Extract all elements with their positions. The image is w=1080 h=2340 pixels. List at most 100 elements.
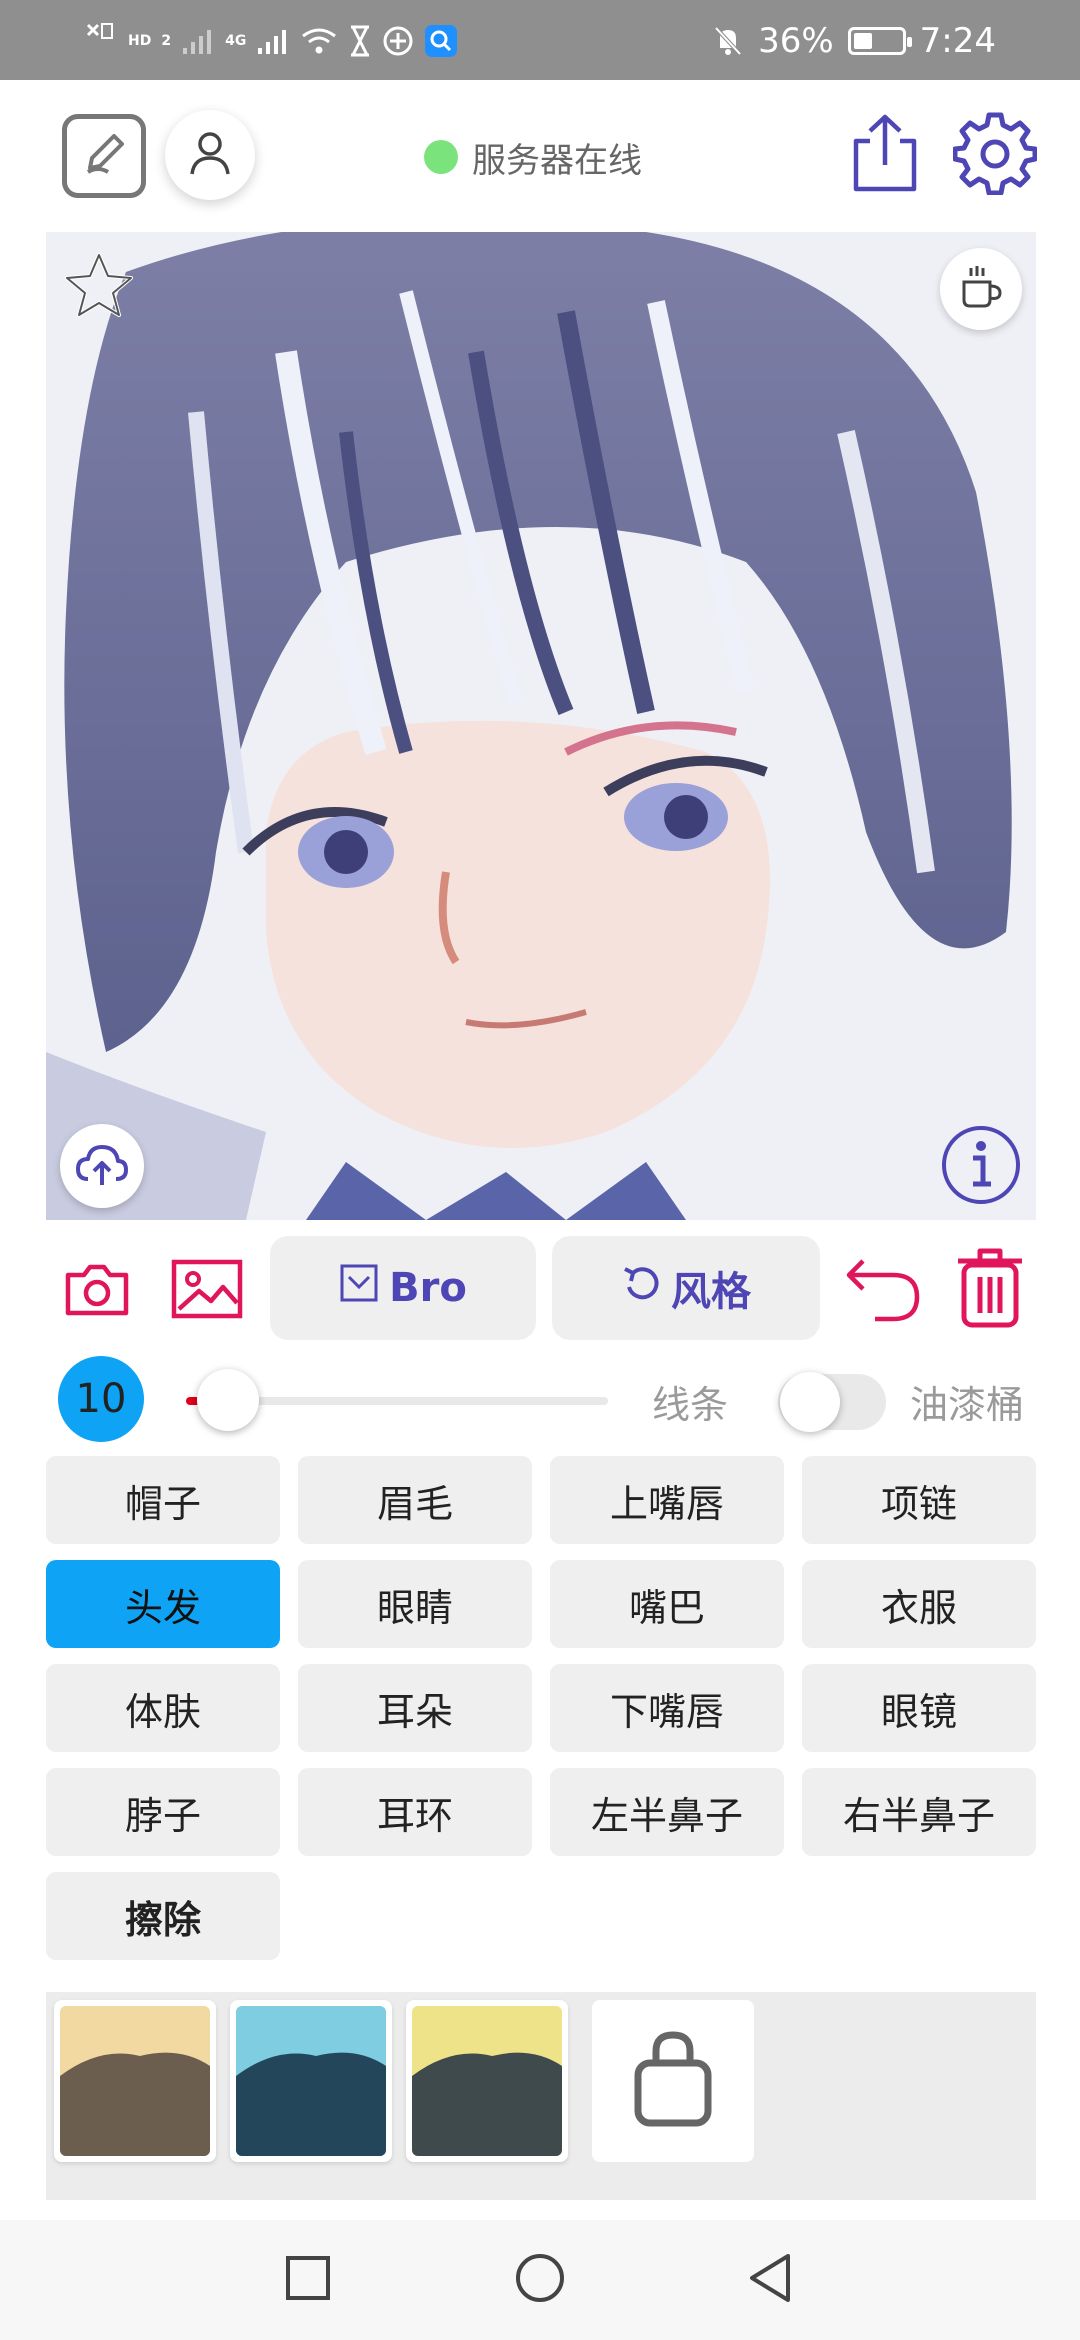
bucket-toggle[interactable] — [778, 1372, 886, 1432]
wifi-icon — [300, 26, 338, 56]
style-button[interactable]: 风格 — [552, 1236, 820, 1340]
segment-label-button[interactable]: 脖子 — [46, 1768, 280, 1856]
settings-icon — [952, 111, 1038, 199]
refresh-icon — [621, 1263, 661, 1313]
segment-label-button[interactable]: 下嘴唇 — [550, 1664, 784, 1752]
recent-apps-icon — [285, 2255, 331, 2305]
undo-icon — [845, 1251, 923, 1327]
segment-label-button[interactable]: 嘴巴 — [550, 1560, 784, 1648]
segment-label-button[interactable]: 右半鼻子 — [802, 1768, 1036, 1856]
segment-label-button[interactable]: 帽子 — [46, 1456, 280, 1544]
segment-label-button[interactable]: 左半鼻子 — [550, 1768, 784, 1856]
hourglass-icon — [348, 25, 372, 57]
swatch-preview — [60, 2006, 210, 2156]
network-type-label: 4G — [225, 33, 247, 49]
user-icon — [186, 128, 234, 182]
style-palette — [46, 1992, 1036, 2200]
bucket-mode-label: 油漆桶 — [910, 1383, 1025, 1427]
upload-cloud-icon — [74, 1139, 130, 1193]
swatch-landscape — [236, 2052, 386, 2156]
swatch-preview — [236, 2006, 386, 2156]
info-button[interactable] — [940, 1126, 1022, 1208]
drawing-canvas[interactable] — [46, 232, 1036, 1220]
bag-icon — [630, 2029, 716, 2133]
toggle-knob — [780, 1372, 840, 1432]
segment-label-button[interactable]: 眉毛 — [298, 1456, 532, 1544]
brush-size-badge[interactable]: 10 — [58, 1356, 144, 1442]
clock: 7:24 — [919, 21, 996, 61]
mail-icon — [339, 1263, 379, 1313]
vpn-icon — [382, 25, 414, 57]
system-nav-bar — [0, 2220, 1080, 2340]
star-icon — [64, 251, 134, 323]
status-icons-right: 36% 7:24 — [712, 10, 996, 72]
style-swatch[interactable] — [406, 2000, 568, 2162]
segment-label-grid: 帽子 眉毛 上嘴唇 项链头发 眼睛 嘴巴 衣服体肤 耳朵 下嘴唇 眼镜脖子 耳环 左半鼻子 右半鼻子擦除 — [46, 1456, 1036, 1960]
donate-button[interactable] — [940, 248, 1022, 330]
segment-label-button[interactable]: 上嘴唇 — [550, 1456, 784, 1544]
status-dot — [424, 140, 458, 174]
server-status-text: 服务器在线 — [472, 140, 642, 181]
trash-icon — [954, 1245, 1026, 1333]
status-bar: HD 2 4G 36% 7:24 — [0, 0, 1080, 80]
back-icon — [746, 2252, 794, 2308]
mute-bell-icon — [712, 24, 744, 58]
segment-label-button[interactable]: 眼镜 — [802, 1664, 1036, 1752]
settings-button[interactable] — [952, 112, 1038, 198]
segment-label-button[interactable]: 项链 — [802, 1456, 1036, 1544]
camera-button[interactable] — [62, 1256, 132, 1326]
edit-button[interactable] — [62, 114, 146, 198]
share-icon — [848, 111, 922, 199]
info-icon — [940, 1124, 1022, 1210]
segment-label-button[interactable]: 衣服 — [802, 1560, 1036, 1648]
profile-button[interactable] — [165, 110, 255, 200]
brush-size-slider[interactable] — [186, 1369, 608, 1431]
coffee-icon — [956, 262, 1006, 316]
segment-label-button[interactable]: 体肤 — [46, 1664, 280, 1752]
clear-button[interactable] — [952, 1246, 1028, 1332]
share-button[interactable] — [846, 110, 924, 200]
slider-thumb[interactable] — [197, 1369, 260, 1431]
battery-level — [853, 33, 873, 49]
brush-controls: 10 线条 油漆桶 — [0, 1356, 1080, 1444]
segment-label-button[interactable]: 耳朵 — [298, 1664, 532, 1752]
store-button[interactable] — [592, 2000, 754, 2162]
swatch-landscape — [60, 2052, 210, 2156]
upload-button[interactable] — [60, 1124, 144, 1208]
segment-label-button[interactable]: 眼睛 — [298, 1560, 532, 1648]
segment-label-button[interactable]: 擦除 — [46, 1872, 280, 1960]
battery-percent: 36% — [758, 21, 834, 61]
gallery-button[interactable] — [170, 1256, 244, 1326]
recent-apps-button[interactable] — [278, 2250, 338, 2310]
battery-icon — [847, 27, 912, 55]
swatch-landscape — [412, 2052, 562, 2156]
signal-4g-icon — [256, 26, 290, 56]
search-app-icon — [424, 24, 458, 58]
style-swatch[interactable] — [54, 2000, 216, 2162]
home-icon — [514, 2252, 566, 2308]
signal-weak-icon — [181, 26, 215, 56]
image-icon — [171, 1259, 243, 1323]
favorite-button[interactable] — [62, 250, 136, 324]
style-swatch[interactable] — [230, 2000, 392, 2162]
swatch-preview — [412, 2006, 562, 2156]
status-icons-left: HD 2 4G — [84, 10, 458, 72]
home-button[interactable] — [510, 2250, 570, 2310]
style-label: 风格 — [671, 1269, 751, 1315]
top-bar: 服务器在线 — [0, 80, 1080, 230]
bro-label: Bro — [389, 1265, 467, 1311]
undo-button[interactable] — [844, 1252, 924, 1326]
server-status: 服务器在线 — [424, 132, 642, 182]
generated-portrait — [46, 232, 1036, 1220]
toolbar: Bro 风格 — [0, 1236, 1080, 1340]
sim-slot-label: 2 — [161, 33, 172, 49]
bro-button[interactable]: Bro — [270, 1236, 536, 1340]
segment-label-button[interactable]: 头发 — [46, 1560, 280, 1648]
line-mode-label: 线条 — [652, 1383, 729, 1427]
back-button[interactable] — [740, 2250, 800, 2310]
hd-label: HD — [128, 33, 152, 49]
camera-icon — [64, 1261, 130, 1321]
edit-icon — [78, 128, 130, 184]
segment-label-button[interactable]: 耳环 — [298, 1768, 532, 1856]
sim-x-icon — [84, 21, 118, 61]
